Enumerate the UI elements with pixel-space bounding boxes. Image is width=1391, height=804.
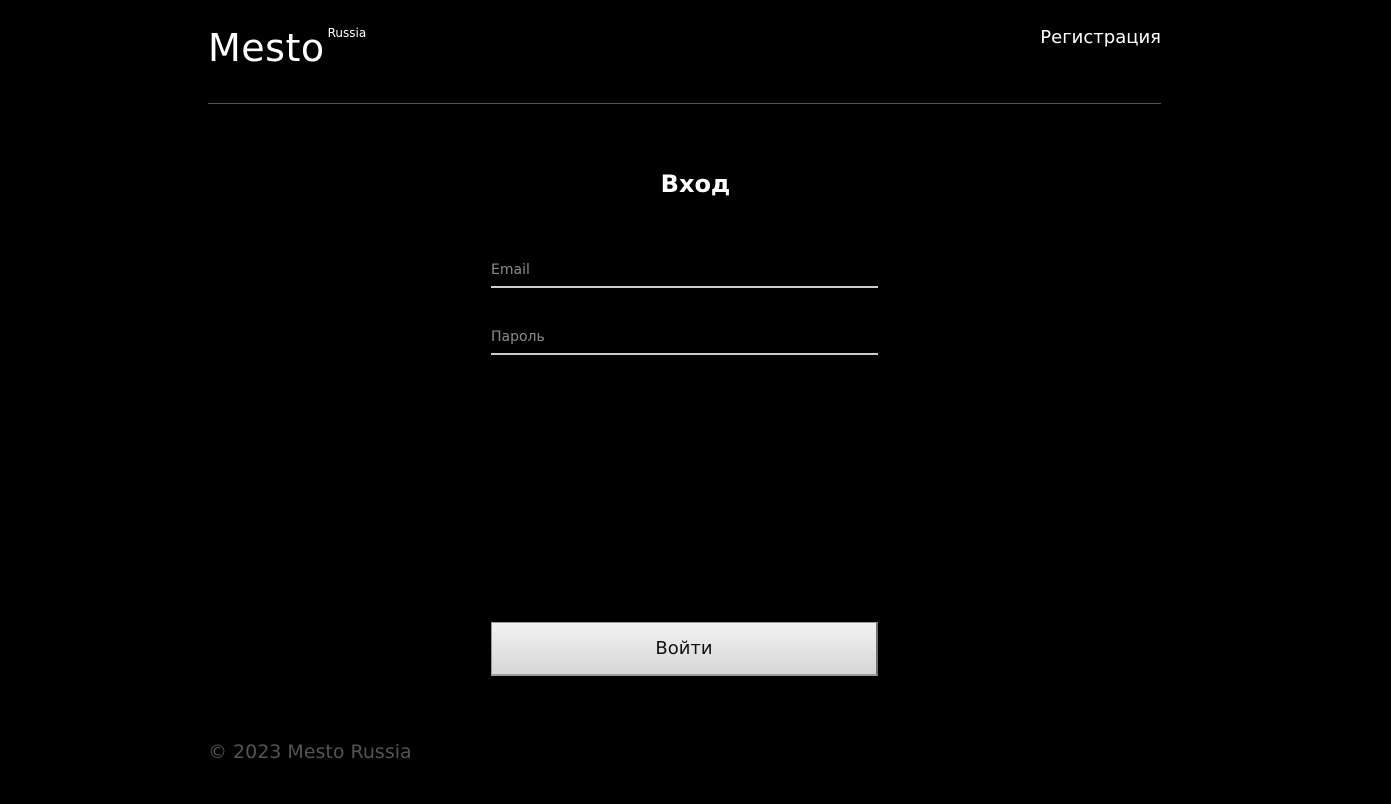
logo[interactable]: Mesto Russia <box>208 26 366 70</box>
email-field[interactable] <box>491 254 878 288</box>
footer-copyright: © 2023 Mesto Russia <box>208 741 412 763</box>
site-header: Mesto Russia Регистрация <box>208 0 1161 104</box>
login-title: Вход <box>660 170 731 198</box>
password-field[interactable] <box>491 321 878 355</box>
logo-text: Mesto <box>208 26 325 70</box>
login-button[interactable]: Войти <box>491 622 878 676</box>
register-link[interactable]: Регистрация <box>1040 26 1161 50</box>
logo-superscript: Russia <box>327 26 367 40</box>
